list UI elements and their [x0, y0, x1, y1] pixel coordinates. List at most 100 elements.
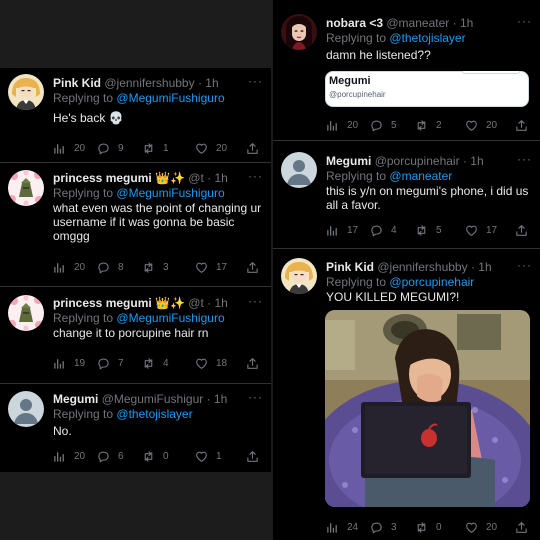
- views-button[interactable]: 19: [53, 357, 85, 370]
- tweet-princess-megumi-1[interactable]: princess megumi 👑✨ @t · 1h ··· Replying …: [0, 167, 271, 284]
- display-name[interactable]: Megumi: [326, 154, 371, 168]
- avatar[interactable]: [8, 391, 44, 427]
- like-count: 18: [216, 358, 228, 369]
- share-button[interactable]: [515, 521, 528, 534]
- share-button[interactable]: [515, 119, 528, 132]
- avatar[interactable]: [281, 14, 317, 50]
- avatar[interactable]: [281, 258, 317, 294]
- username[interactable]: @t: [188, 171, 204, 185]
- tweet-megumi-no[interactable]: Megumi @MegumiFushigur · 1h ··· Replying…: [0, 388, 271, 472]
- display-name[interactable]: Megumi: [53, 392, 98, 406]
- reply-mention-link[interactable]: @MegumiFushiguro: [116, 311, 224, 325]
- reply-mention-link[interactable]: @thetojislayer: [116, 407, 192, 421]
- avatar[interactable]: [281, 152, 317, 188]
- more-options-icon[interactable]: ···: [244, 76, 263, 88]
- reply-button[interactable]: 7: [97, 357, 124, 370]
- retweet-count: 2: [436, 120, 442, 131]
- username[interactable]: @jennifershubby: [104, 76, 194, 90]
- more-options-icon[interactable]: ···: [244, 296, 263, 308]
- reply-mention-link[interactable]: @maneater: [389, 169, 452, 183]
- share-button[interactable]: [246, 450, 259, 463]
- username[interactable]: @maneater: [386, 16, 449, 30]
- tweet-princess-megumi-2[interactable]: princess megumi 👑✨ @t · 1h ··· Replying …: [0, 292, 271, 380]
- username[interactable]: @jennifershubby: [377, 260, 467, 274]
- like-button[interactable]: 17: [465, 224, 497, 237]
- reply-button[interactable]: 5: [370, 119, 397, 132]
- views-button[interactable]: 20: [53, 261, 85, 274]
- share-button[interactable]: [246, 357, 259, 370]
- avatar[interactable]: [8, 170, 44, 206]
- timestamp[interactable]: · 1h: [471, 260, 492, 274]
- timestamp[interactable]: · 1h: [207, 296, 228, 310]
- reply-button[interactable]: 8: [97, 261, 124, 274]
- more-options-icon[interactable]: ···: [513, 260, 532, 272]
- tweet-header: Pink Kid @jennifershubby · 1h ···: [326, 260, 532, 275]
- timestamp[interactable]: · 1h: [463, 154, 484, 168]
- more-options-icon[interactable]: ···: [244, 392, 263, 404]
- share-button[interactable]: [246, 142, 259, 155]
- views-button[interactable]: 20: [53, 142, 85, 155]
- reply-mention-link[interactable]: @porcupinehair: [389, 275, 474, 289]
- like-button[interactable]: 20: [465, 119, 497, 132]
- share-button[interactable]: [515, 224, 528, 237]
- display-name[interactable]: Pink Kid: [53, 76, 101, 90]
- tweet-media-image[interactable]: [325, 310, 530, 507]
- reply-button[interactable]: 4: [370, 224, 397, 237]
- avatar[interactable]: [8, 295, 44, 331]
- retweet-button[interactable]: 1: [142, 142, 169, 155]
- timestamp[interactable]: · 1h: [453, 16, 474, 30]
- tweet-header: princess megumi 👑✨ @t · 1h ···: [53, 296, 263, 311]
- username[interactable]: @MegumiFushigur: [102, 392, 204, 406]
- tweet-nobara[interactable]: nobara <3 @maneater · 1h ··· Replying to…: [273, 12, 540, 137]
- display-name[interactable]: Pink Kid: [326, 260, 374, 274]
- like-button[interactable]: 20: [195, 142, 227, 155]
- timestamp[interactable]: · 1h: [207, 392, 228, 406]
- retweet-icon: [415, 119, 428, 132]
- like-button[interactable]: 17: [195, 261, 227, 274]
- views-button[interactable]: 20: [53, 450, 85, 463]
- display-name[interactable]: princess megumi 👑✨: [53, 171, 185, 185]
- reply-mention-link[interactable]: @MegumiFushiguro: [116, 91, 224, 105]
- divider: [273, 248, 540, 249]
- username[interactable]: @t: [188, 296, 204, 310]
- tweet-pink-kid-reply[interactable]: Pink Kid @jennifershubby · 1h ··· Replyi…: [273, 256, 540, 540]
- reply-button[interactable]: 9: [97, 142, 124, 155]
- like-button[interactable]: 18: [195, 357, 227, 370]
- timestamp[interactable]: · 1h: [207, 171, 228, 185]
- retweet-button[interactable]: 0: [142, 450, 169, 463]
- views-button[interactable]: 17: [326, 224, 358, 237]
- reply-button[interactable]: 3: [370, 521, 397, 534]
- display-name[interactable]: nobara <3: [326, 16, 383, 30]
- divider: [273, 140, 540, 141]
- divider: [0, 162, 271, 163]
- retweet-button[interactable]: 3: [142, 261, 169, 274]
- more-options-icon[interactable]: ···: [513, 154, 532, 166]
- reply-button[interactable]: 6: [97, 450, 124, 463]
- tweet-header: princess megumi 👑✨ @t · 1h ···: [53, 171, 263, 186]
- analytics-icon: [53, 142, 66, 155]
- retweet-button[interactable]: 2: [415, 119, 442, 132]
- more-options-icon[interactable]: ···: [513, 16, 532, 28]
- share-button[interactable]: [246, 261, 259, 274]
- reply-mention-link[interactable]: @thetojislayer: [389, 31, 465, 45]
- retweet-button[interactable]: 4: [142, 357, 169, 370]
- display-name[interactable]: princess megumi 👑✨: [53, 296, 185, 310]
- timestamp[interactable]: · 1h: [198, 76, 219, 90]
- reply-mention-link[interactable]: @MegumiFushiguro: [116, 186, 224, 200]
- tweet-pink-kid[interactable]: Pink Kid @jennifershubby · 1h ··· Replyi…: [0, 72, 271, 162]
- views-button[interactable]: 20: [326, 119, 358, 132]
- retweet-button[interactable]: 0: [415, 521, 442, 534]
- avatar[interactable]: [8, 74, 44, 110]
- more-options-icon[interactable]: ···: [244, 171, 263, 183]
- username[interactable]: @porcupinehair: [375, 154, 460, 168]
- share-icon: [246, 450, 259, 463]
- views-button[interactable]: 24: [326, 521, 358, 534]
- views-count: 20: [347, 120, 359, 131]
- tweet-megumi-porcupinehair[interactable]: Megumi @porcupinehair · 1h ··· Replying …: [273, 150, 540, 245]
- retweet-button[interactable]: 5: [415, 224, 442, 237]
- like-button[interactable]: 1: [195, 450, 222, 463]
- like-button[interactable]: 20: [465, 521, 497, 534]
- replying-to-line: Replying to @MegumiFushiguro: [53, 311, 263, 325]
- views-count: 17: [347, 225, 359, 236]
- quoted-tweet-card[interactable]: Megumi @porcupinehair: [325, 71, 529, 107]
